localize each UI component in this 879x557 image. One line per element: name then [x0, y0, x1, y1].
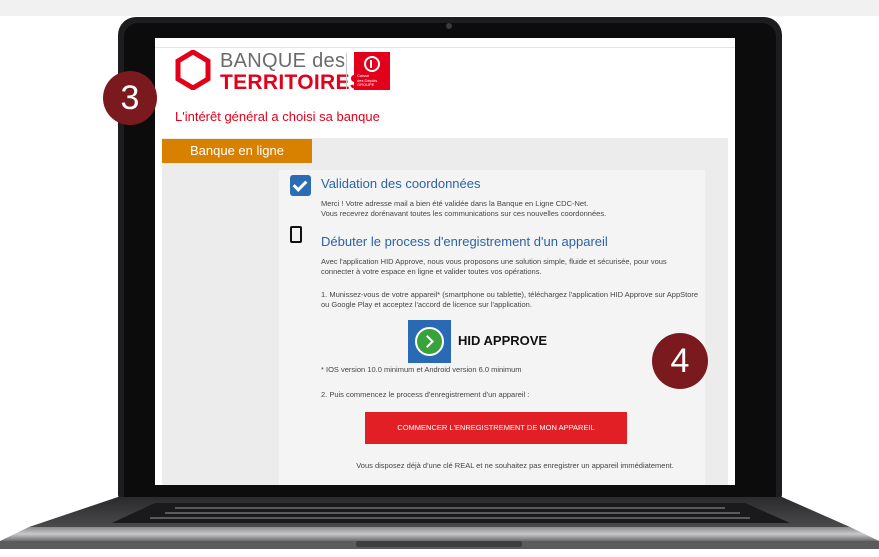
validation-title: Validation des coordonnées: [321, 176, 481, 191]
camera: [446, 23, 452, 29]
real-key-text: Vous disposez déjà d'une clé REAL et ne …: [356, 461, 674, 470]
hid-approve-app-icon: [408, 320, 451, 363]
register-step1: 1. Munissez-vous de votre appareil* (sma…: [321, 290, 699, 309]
top-strip: [0, 0, 879, 16]
laptop-base: [0, 497, 879, 549]
check-icon: [290, 175, 311, 196]
os-version-note: * IOS version 10.0 minimum et Android ve…: [321, 365, 522, 374]
phone-icon: [290, 226, 302, 243]
validation-text: Merci ! Votre adresse mail a bien été va…: [321, 199, 607, 218]
start-registration-button[interactable]: COMMENCER L'ENREGISTREMENT DE MON APPARE…: [365, 412, 627, 444]
screen-content: Validation des coordonnées Merci ! Votre…: [155, 38, 735, 485]
hid-chevron-icon: [415, 327, 444, 356]
hid-approve-label: HID APPROVE: [458, 333, 548, 348]
register-title: Débuter le process d'enregistrement d'un…: [321, 234, 608, 249]
register-step2: 2. Puis commencez le process d'enregistr…: [321, 390, 530, 399]
step-badge-4: 4: [652, 333, 708, 389]
step-badge-3: 3: [103, 71, 157, 125]
register-intro: Avec l'application HID Approve, nous vou…: [321, 257, 667, 276]
